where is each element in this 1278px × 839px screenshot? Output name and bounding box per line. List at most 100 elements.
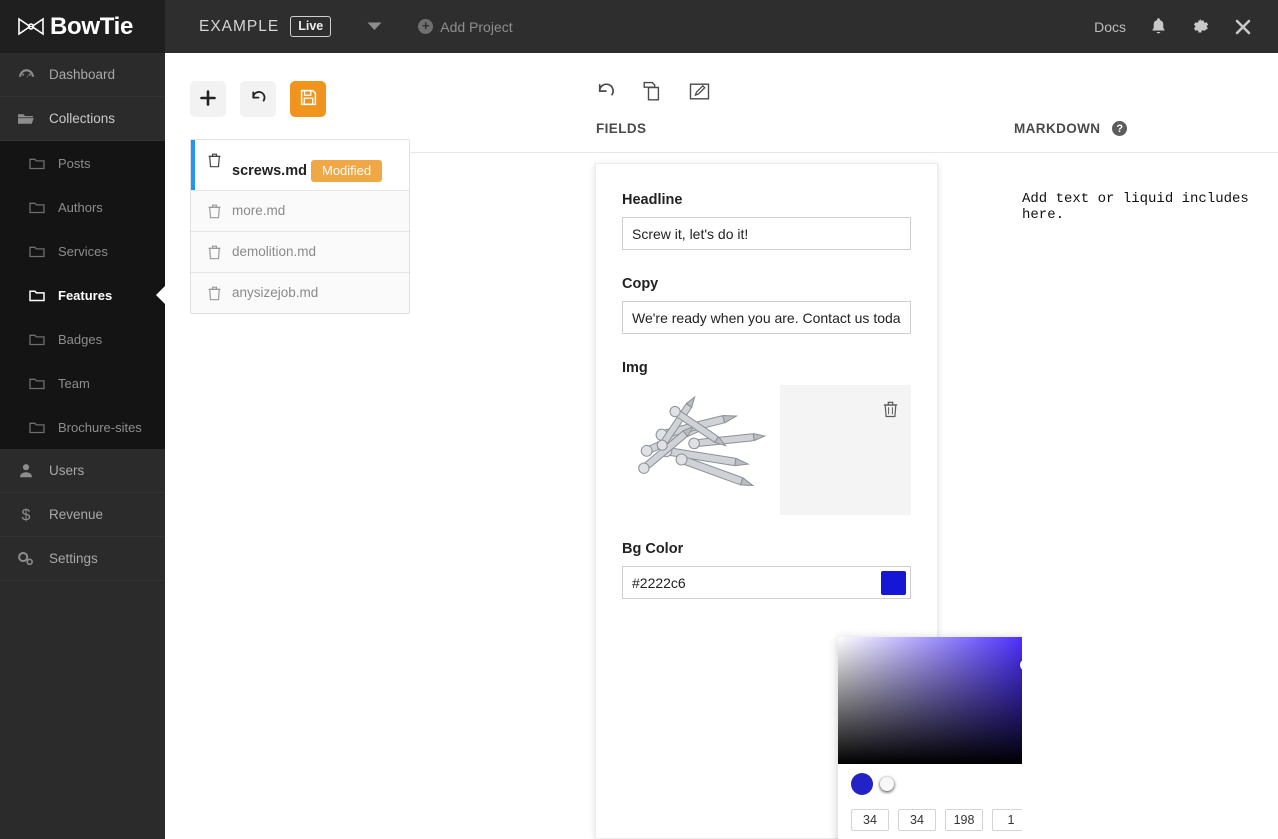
gear-icon[interactable] xyxy=(1191,17,1210,36)
sidebar-item-label: Revenue xyxy=(49,507,104,522)
copy-label: Copy xyxy=(622,276,659,292)
rgba-field-g: G xyxy=(898,809,936,839)
img-dropzone[interactable] xyxy=(779,385,911,515)
main-content: screws.md Modified more.md demolition.md xyxy=(165,53,1278,839)
gauge-icon xyxy=(17,68,35,82)
r-input[interactable] xyxy=(851,809,889,831)
bell-icon[interactable] xyxy=(1150,17,1167,36)
img-label: Img xyxy=(622,360,648,376)
app-root: BowTie EXAMPLE Live + Add Project Docs D… xyxy=(0,0,1278,839)
color-preview-swatch xyxy=(851,773,873,795)
headline-label: Headline xyxy=(622,192,683,208)
g-input[interactable] xyxy=(898,809,936,831)
sidebar-item-dashboard[interactable]: Dashboard xyxy=(0,53,165,97)
trash-icon[interactable] xyxy=(208,203,221,219)
file-list-item[interactable]: more.md xyxy=(191,191,409,232)
sidebar-item-label: Team xyxy=(58,375,90,391)
folder-icon xyxy=(28,377,45,390)
file-name: screws.md xyxy=(232,163,307,179)
question-circle-icon[interactable]: ? xyxy=(1112,121,1128,136)
sidebar-item-team[interactable]: Team xyxy=(0,361,165,405)
sidebar-item-label: Services xyxy=(58,243,108,259)
sidebar-item-label: Users xyxy=(49,463,85,478)
file-list-item[interactable]: demolition.md xyxy=(191,232,409,273)
pencil-square-icon xyxy=(689,81,710,105)
sidebar-item-revenue[interactable]: $ Revenue xyxy=(0,493,165,537)
sidebar-item-settings[interactable]: Settings xyxy=(0,537,165,581)
bg-color-label: Bg Color xyxy=(622,541,684,557)
img-thumbnail[interactable] xyxy=(622,385,780,515)
duplicate-button[interactable] xyxy=(642,81,663,105)
sidebar-item-users[interactable]: Users xyxy=(0,449,165,493)
sidebar-collections-sublist: Posts Authors Services Features Badges T… xyxy=(0,141,165,449)
file-toolbar xyxy=(190,81,410,117)
user-icon xyxy=(17,463,35,478)
sidebar-item-label: Features xyxy=(58,287,113,303)
folder-open-icon xyxy=(17,112,35,126)
save-button[interactable] xyxy=(290,81,326,117)
trash-icon[interactable] xyxy=(208,285,221,301)
bg-color-input[interactable] xyxy=(622,566,911,599)
edit-button[interactable] xyxy=(689,81,710,105)
close-icon[interactable] xyxy=(1234,18,1252,36)
rgba-field-r: R xyxy=(851,809,889,839)
sidebar-item-label: Badges xyxy=(58,331,103,347)
add-file-button[interactable] xyxy=(190,81,226,117)
file-name: more.md xyxy=(232,203,286,218)
trash-icon[interactable] xyxy=(883,401,898,423)
chevron-down-icon[interactable] xyxy=(367,20,382,34)
file-name: anysizejob.md xyxy=(232,285,319,300)
copy-icon xyxy=(642,81,663,105)
copy-input[interactable] xyxy=(622,301,911,334)
tab-markdown[interactable]: MARKDOWN ? xyxy=(1014,121,1128,136)
trash-icon[interactable] xyxy=(208,152,221,168)
active-pointer-icon xyxy=(156,286,165,304)
file-list-item-selected[interactable]: screws.md Modified xyxy=(191,140,409,191)
editor-pane: FIELDS MARKDOWN ? Headline Copy Img xyxy=(410,53,1278,839)
sidebar-item-posts[interactable]: Posts xyxy=(0,141,165,185)
top-bar-actions: Docs xyxy=(1094,0,1278,53)
plus-circle-icon: + xyxy=(418,19,434,34)
sidebar-item-label: Collections xyxy=(49,111,116,126)
markdown-content: Add text or liquid includes here. xyxy=(1022,191,1249,223)
svg-text:$: $ xyxy=(22,507,31,523)
sidebar-item-label: Authors xyxy=(58,199,103,215)
sidebar-item-features[interactable]: Features xyxy=(0,273,165,317)
folder-icon xyxy=(28,289,45,302)
folder-icon xyxy=(28,333,45,346)
editor-undo-button[interactable] xyxy=(596,81,616,105)
docs-link[interactable]: Docs xyxy=(1094,19,1126,35)
undo-icon xyxy=(250,89,267,109)
dollar-icon: $ xyxy=(17,506,35,523)
sidebar-item-collections[interactable]: Collections xyxy=(0,97,165,141)
trash-icon[interactable] xyxy=(208,244,221,260)
tab-fields[interactable]: FIELDS xyxy=(596,121,646,136)
sidebar-item-brochure-sites[interactable]: Brochure-sites xyxy=(0,405,165,449)
file-name: demolition.md xyxy=(232,244,317,259)
file-list-item[interactable]: anysizejob.md xyxy=(191,273,409,313)
plus-icon xyxy=(200,89,216,109)
sidebar-item-services[interactable]: Services xyxy=(0,229,165,273)
sidebar-item-badges[interactable]: Badges xyxy=(0,317,165,361)
gears-icon xyxy=(17,550,35,567)
editor-toolbar xyxy=(410,53,1278,105)
status-badge: Modified xyxy=(311,160,383,182)
revert-button[interactable] xyxy=(240,81,276,117)
alpha-slider-handle[interactable] xyxy=(880,777,894,791)
markdown-pane[interactable]: Add text or liquid includes here. xyxy=(1022,163,1278,839)
live-badge: Live xyxy=(290,16,332,37)
b-input[interactable] xyxy=(945,809,983,831)
sidebar-item-label: Brochure-sites xyxy=(58,419,142,435)
bg-color-field xyxy=(622,566,911,599)
headline-input[interactable] xyxy=(622,217,911,250)
color-swatch[interactable] xyxy=(881,571,906,595)
folder-icon xyxy=(28,201,45,214)
bowtie-icon xyxy=(18,17,44,36)
add-project-button[interactable]: + Add Project xyxy=(418,19,513,35)
sidebar-item-authors[interactable]: Authors xyxy=(0,185,165,229)
brand-logo[interactable]: BowTie xyxy=(0,0,165,53)
undo-icon xyxy=(596,81,616,105)
sidebar: Dashboard Collections Posts Authors Serv… xyxy=(0,53,165,839)
sidebar-item-label: Dashboard xyxy=(49,67,116,82)
tab-markdown-label: MARKDOWN xyxy=(1014,121,1101,136)
